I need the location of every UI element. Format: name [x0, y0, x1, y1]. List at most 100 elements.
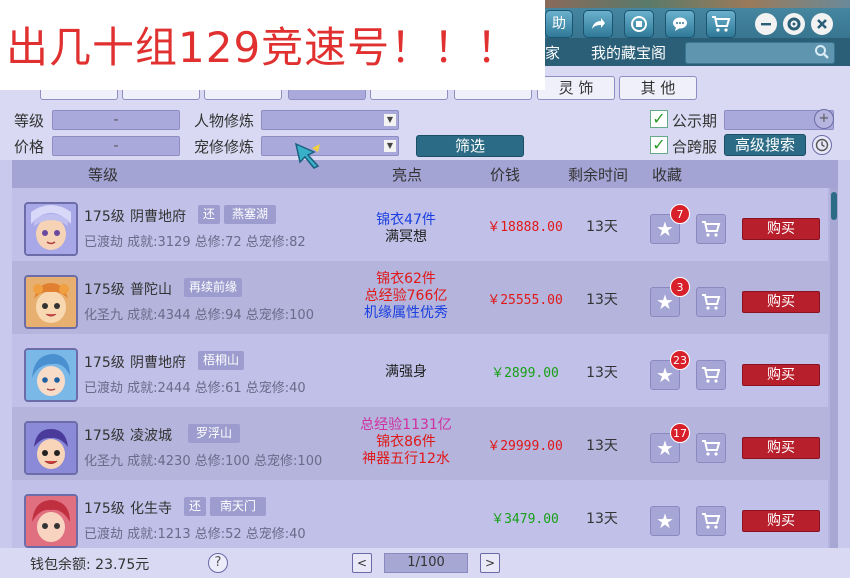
- avatar: [24, 421, 78, 475]
- buy-button[interactable]: 购买: [742, 218, 820, 240]
- col-header-price[interactable]: 价钱: [490, 164, 520, 185]
- server-tag: 南天门: [210, 497, 267, 516]
- wallet-balance: 钱包余额: 23.75元: [30, 557, 150, 573]
- char-level: 175级: [84, 428, 125, 444]
- price: ￥18888.00: [487, 220, 563, 235]
- next-page-button[interactable]: >: [480, 553, 500, 573]
- remaining-time: 13天: [586, 365, 618, 381]
- cart-icon[interactable]: [696, 506, 726, 536]
- level-label: 等级: [14, 112, 45, 130]
- settings-icon[interactable]: [783, 13, 805, 35]
- tab-category-other[interactable]: 其 他: [619, 76, 697, 100]
- avatar: [24, 202, 78, 256]
- plus-icon[interactable]: +: [814, 109, 834, 129]
- tab-category-jewelry[interactable]: 灵 饰: [537, 76, 615, 100]
- overlay-text: 出几十组129竞速号！！！: [6, 23, 520, 72]
- char-stats: 化圣九 成就:4230 总修:100 总宠修:100: [84, 454, 323, 469]
- table-row[interactable]: 175级 化生寺 还 南天门 已渡劫 成就:1213 总修:52 总宠修:40 …: [12, 480, 828, 548]
- return-tag: 还: [184, 497, 207, 516]
- highlights: 总经验1131亿 锦衣86件 神器五行12水: [352, 417, 460, 468]
- price-range-input[interactable]: -: [52, 136, 180, 156]
- table-row[interactable]: 175级 普陀山 再续前缘 化圣九 成就:4344 总修:94 总宠修:100 …: [12, 261, 828, 334]
- tab-partial[interactable]: 家: [545, 42, 560, 63]
- favorite-count-badge: 7: [670, 204, 690, 224]
- highlights: 锦衣47件 满冥想: [352, 212, 460, 246]
- highlights: 锦衣62件 总经验766亿 机缘属性优秀: [352, 271, 460, 322]
- pet-cultivation-select[interactable]: ▼: [261, 136, 399, 156]
- table-row[interactable]: 175级 凌波城 罗浮山 化圣九 成就:4230 总修:100 总宠修:100 …: [12, 407, 828, 480]
- close-icon[interactable]: [811, 13, 833, 35]
- cart-icon[interactable]: [696, 433, 726, 463]
- help-icon[interactable]: ?: [208, 553, 228, 573]
- price: ￥29999.00: [487, 439, 563, 454]
- cart-icon[interactable]: [696, 214, 726, 244]
- chevron-down-icon: ▼: [384, 140, 396, 152]
- server-tag: 罗浮山: [188, 424, 241, 443]
- public-period-checkbox[interactable]: ✓: [650, 110, 668, 128]
- col-header-favorite[interactable]: 收藏: [652, 164, 682, 185]
- overlay-banner: 出几十组129竞速号！！！: [0, 0, 545, 90]
- price: ￥2899.00: [491, 366, 559, 381]
- buy-button[interactable]: 购买: [742, 510, 820, 532]
- buy-button[interactable]: 购买: [742, 291, 820, 313]
- help-menu-label: 助: [552, 16, 566, 32]
- char-school: 阴曹地府: [130, 209, 186, 225]
- highlight-line: 锦衣47件: [376, 212, 436, 228]
- server-tag: 再续前缘: [184, 278, 243, 297]
- filter-button[interactable]: 筛选: [416, 135, 524, 157]
- cross-server-checkbox[interactable]: ✓: [650, 136, 668, 154]
- cursor-icon: [294, 142, 324, 170]
- col-header-level[interactable]: 等级: [88, 164, 118, 185]
- cart-icon[interactable]: [706, 10, 736, 38]
- stop-icon[interactable]: [624, 10, 654, 38]
- search-input[interactable]: [685, 42, 835, 64]
- advanced-search-button[interactable]: 高级搜索: [724, 134, 806, 156]
- return-tag: 还: [198, 205, 221, 224]
- col-header-time[interactable]: 剩余时间: [568, 164, 628, 185]
- server-tag: 燕塞湖: [224, 205, 277, 224]
- char-level: 175级: [84, 501, 125, 517]
- table-row[interactable]: 175级 阴曹地府 还 燕塞湖 已渡劫 成就:3129 总修:72 总宠修:82…: [12, 188, 828, 261]
- favorite-count-badge: 23: [670, 350, 690, 370]
- highlight-line: 锦衣86件: [376, 434, 436, 450]
- highlight-line: 满强身: [385, 364, 427, 380]
- nav-tabs: 家 我的藏宝阁: [545, 38, 850, 66]
- scrollbar-thumb[interactable]: [831, 192, 837, 220]
- star-icon[interactable]: ★: [650, 506, 680, 536]
- filter-panel: 等级 - 价格 - 人物修炼 ▼ 宠修修炼 ▼ 筛选 ✓ 公示期 + ✓ 合跨服…: [0, 106, 850, 160]
- scrollbar[interactable]: [830, 188, 838, 548]
- char-stats: 化圣九 成就:4344 总修:94 总宠修:100: [84, 308, 314, 323]
- favorite-count-badge: 17: [670, 423, 690, 443]
- cultivation-select[interactable]: ▼: [261, 110, 399, 130]
- char-stats: 已渡劫 成就:2444 总修:61 总宠修:40: [84, 381, 306, 396]
- prev-page-button[interactable]: <: [352, 553, 372, 573]
- help-menu-button[interactable]: 助: [545, 10, 573, 38]
- char-school: 化生寺: [130, 501, 172, 517]
- pet-cultivation-label: 宠修修炼: [194, 138, 255, 156]
- search-icon[interactable]: [814, 44, 830, 64]
- char-stats: 已渡劫 成就:1213 总修:52 总宠修:40: [84, 527, 306, 542]
- game-scene-strip: [545, 0, 850, 8]
- highlight-line: 锦衣62件: [376, 271, 436, 287]
- cart-icon[interactable]: [696, 287, 726, 317]
- remaining-time: 13天: [586, 219, 618, 235]
- level-range-input[interactable]: -: [52, 110, 180, 130]
- buy-button[interactable]: 购买: [742, 437, 820, 459]
- char-level: 175级: [84, 282, 125, 298]
- remaining-time: 13天: [586, 438, 618, 454]
- highlight-line: 机缘属性优秀: [364, 305, 448, 321]
- page-indicator[interactable]: 1/100: [384, 553, 468, 573]
- share-icon[interactable]: [583, 10, 613, 38]
- price: ￥3479.00: [491, 512, 559, 527]
- chevron-down-icon: ▼: [384, 114, 396, 126]
- buy-button[interactable]: 购买: [742, 364, 820, 386]
- cart-icon[interactable]: [696, 360, 726, 390]
- table-row[interactable]: 175级 阴曹地府 梧桐山 已渡劫 成就:2444 总修:61 总宠修:40 满…: [12, 334, 828, 407]
- clock-icon[interactable]: [812, 135, 832, 155]
- public-period-label: 公示期: [672, 112, 718, 130]
- toolbar: 助: [545, 8, 850, 40]
- tab-my-treasure[interactable]: 我的藏宝阁: [591, 42, 666, 63]
- favorite-count-badge: 3: [670, 277, 690, 297]
- chat-icon[interactable]: [665, 10, 695, 38]
- minimize-icon[interactable]: [755, 13, 777, 35]
